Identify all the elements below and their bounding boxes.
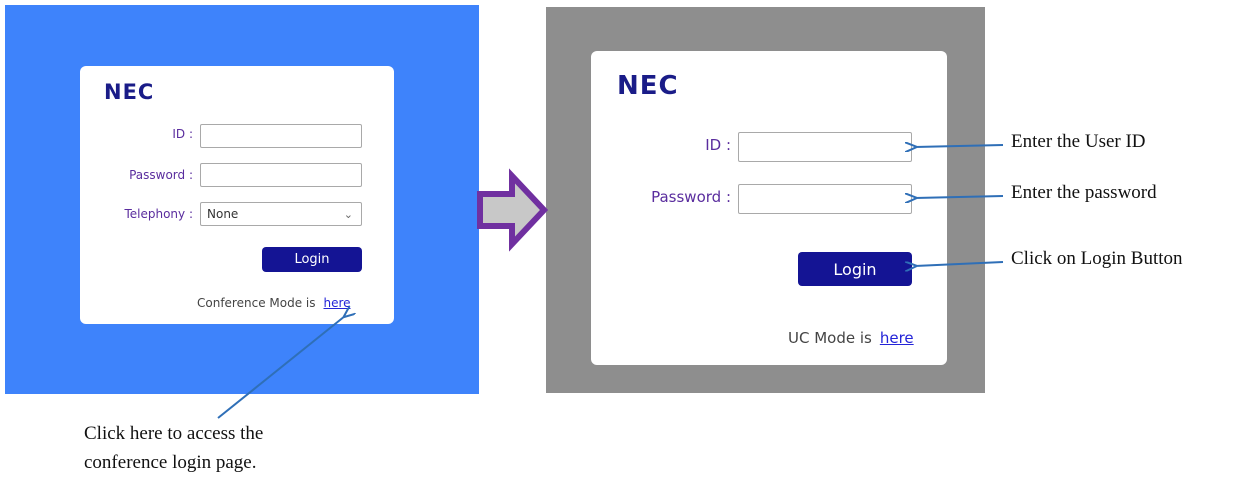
- annotation-conference-line1: Click here to access the: [84, 423, 264, 444]
- annotation-password: Enter the password: [1011, 182, 1157, 203]
- annotation-conference-line2: conference login page.: [84, 452, 257, 473]
- annotation-overlay: [217, 0, 1004, 419]
- annotation-user-id: Enter the User ID: [1011, 131, 1146, 152]
- password-callout-arrow: [915, 196, 1004, 198]
- annotation-login: Click on Login Button: [1011, 248, 1183, 269]
- conference-callout-arrow: [217, 316, 345, 419]
- login-callout-arrow: [915, 262, 1004, 266]
- user-id-callout-arrow: [915, 145, 1004, 147]
- transition-arrow-icon: [477, 168, 549, 252]
